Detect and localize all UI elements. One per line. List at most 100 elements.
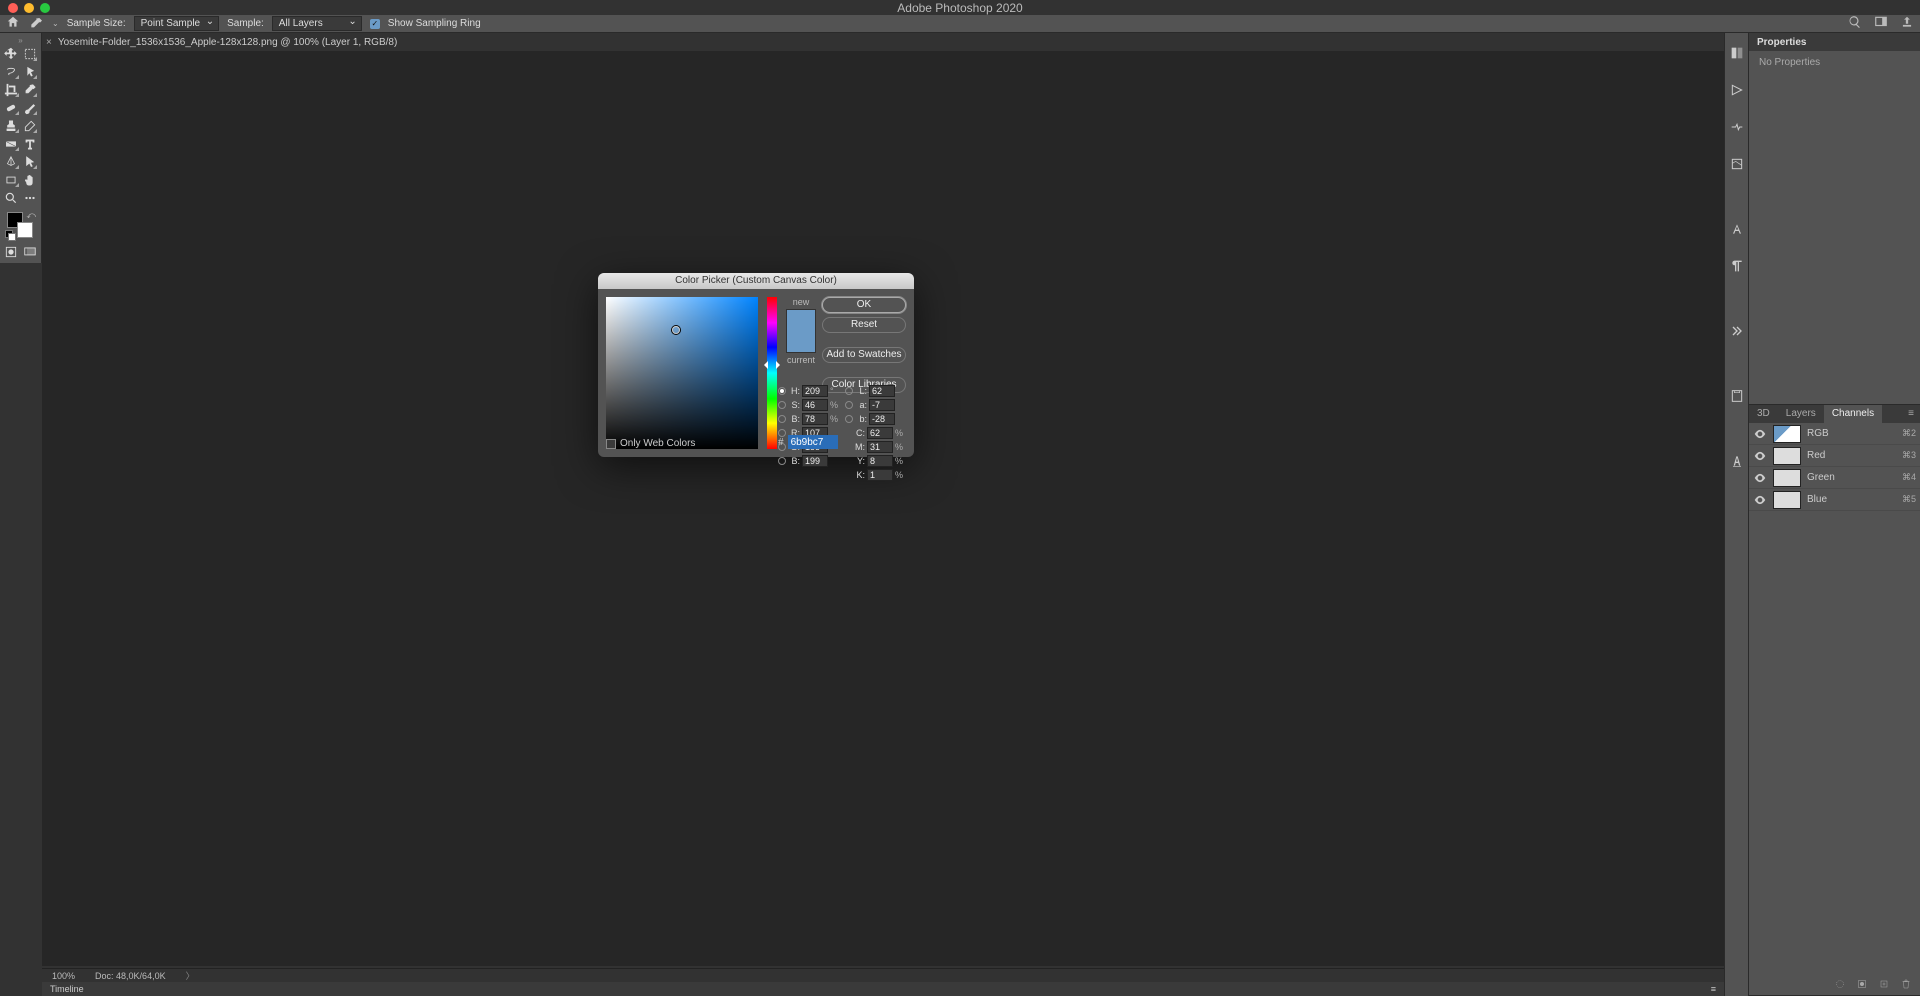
healing-tool[interactable] <box>3 100 20 116</box>
radio-bv[interactable] <box>778 415 786 423</box>
close-tab-icon[interactable]: × <box>46 37 52 48</box>
lasso-tool[interactable] <box>3 64 20 80</box>
zoom-window-button[interactable] <box>40 3 50 13</box>
close-window-button[interactable] <box>8 3 18 13</box>
add-swatches-button[interactable]: Add to Swatches <box>822 347 906 363</box>
tab-layers[interactable]: Layers <box>1778 405 1824 423</box>
gradient-tool[interactable] <box>3 136 20 152</box>
doc-size[interactable]: Doc: 48,0K/64,0K <box>95 971 166 981</box>
pen-tool[interactable] <box>3 154 20 170</box>
minimize-window-button[interactable] <box>24 3 34 13</box>
sb-cursor[interactable] <box>672 326 680 334</box>
radio-s[interactable] <box>778 401 786 409</box>
share-icon[interactable] <box>1900 15 1914 32</box>
paragraph-panel-icon[interactable] <box>1729 258 1745 277</box>
panel-menu-icon[interactable]: ≡ <box>1902 405 1920 423</box>
home-icon[interactable] <box>6 15 20 32</box>
background-color[interactable] <box>17 222 33 238</box>
hue-handle[interactable] <box>776 361 784 369</box>
swatches-panel-icon[interactable] <box>1729 82 1745 101</box>
hex-input[interactable] <box>788 435 838 449</box>
crop-tool[interactable] <box>3 82 20 98</box>
b-input[interactable] <box>802 455 828 467</box>
channel-row[interactable]: Blue ⌘5 <box>1749 489 1920 511</box>
lab-b-input[interactable] <box>869 413 895 425</box>
search-icon[interactable] <box>1848 15 1862 32</box>
shape-tool[interactable] <box>3 172 20 188</box>
adjustments-panel-icon[interactable] <box>1729 119 1745 138</box>
s-input[interactable] <box>802 399 828 411</box>
history-panel-icon[interactable] <box>1729 388 1745 407</box>
eyedropper-tool[interactable] <box>22 82 39 98</box>
brush-tool[interactable] <box>22 100 39 116</box>
show-sampling-ring-checkbox[interactable]: ✓ <box>370 19 380 29</box>
k-input[interactable] <box>867 469 893 481</box>
reset-button[interactable]: Reset <box>822 317 906 333</box>
color-panel-icon[interactable] <box>1729 45 1745 64</box>
glyphs-panel-icon[interactable] <box>1729 453 1745 472</box>
ok-button[interactable]: OK <box>822 297 906 313</box>
radio-b[interactable] <box>778 457 786 465</box>
collapse-handle[interactable]: » <box>3 36 38 44</box>
libraries-panel-icon[interactable] <box>1729 156 1745 175</box>
hand-tool[interactable] <box>22 172 39 188</box>
sample-select[interactable]: All Layers <box>272 16 362 31</box>
radio-h[interactable] <box>778 387 786 395</box>
marquee-tool[interactable] <box>22 46 39 62</box>
character-panel-icon[interactable] <box>1729 221 1745 240</box>
radio-l[interactable] <box>845 387 853 395</box>
quickmask-button[interactable] <box>3 244 20 260</box>
load-selection-icon[interactable] <box>1834 978 1846 993</box>
m-input[interactable] <box>867 441 893 453</box>
saturation-brightness-field[interactable] <box>606 297 758 449</box>
stamp-tool[interactable] <box>3 118 20 134</box>
a-input[interactable] <box>869 399 895 411</box>
properties-panel: Properties No Properties <box>1749 33 1920 405</box>
timeline-menu-icon[interactable]: ≡ <box>1711 984 1716 994</box>
visibility-icon[interactable] <box>1753 471 1767 485</box>
sample-size-select[interactable]: Point Sample <box>134 16 219 31</box>
tool-preset-dropdown[interactable]: ⌄ <box>52 19 59 28</box>
screenmode-button[interactable] <box>22 244 39 260</box>
radio-a[interactable] <box>845 401 853 409</box>
visibility-icon[interactable] <box>1753 493 1767 507</box>
current-color[interactable] <box>787 331 815 352</box>
move-tool[interactable] <box>3 46 20 62</box>
document-tab[interactable]: Yosemite-Folder_1536x1536_Apple-128x128.… <box>58 37 397 48</box>
channel-row[interactable]: Green ⌘4 <box>1749 467 1920 489</box>
channel-row[interactable]: RGB ⌘2 <box>1749 423 1920 445</box>
delete-channel-icon[interactable] <box>1900 978 1912 993</box>
channel-row[interactable]: Red ⌘3 <box>1749 445 1920 467</box>
timeline-panel[interactable]: Timeline ≡ <box>42 982 1724 996</box>
type-tool[interactable] <box>22 136 39 152</box>
l-input[interactable] <box>869 385 895 397</box>
visibility-icon[interactable] <box>1753 427 1767 441</box>
hue-handle[interactable] <box>760 361 768 369</box>
tab-channels[interactable]: Channels <box>1824 405 1882 423</box>
bv-input[interactable] <box>802 413 828 425</box>
eraser-tool[interactable] <box>22 118 39 134</box>
new-channel-icon[interactable] <box>1878 978 1890 993</box>
tab-3d[interactable]: 3D <box>1749 405 1778 423</box>
status-menu-icon[interactable]: 〉 <box>186 969 195 982</box>
default-colors-icon[interactable] <box>5 230 15 240</box>
sample-label: Sample: <box>227 18 264 29</box>
edit-toolbar-button[interactable] <box>22 190 39 206</box>
eyedropper-icon[interactable] <box>28 16 44 32</box>
quick-select-tool[interactable] <box>22 64 39 80</box>
canvas-area[interactable] <box>42 51 1724 966</box>
actions-panel-icon[interactable] <box>1729 323 1745 342</box>
path-select-tool[interactable] <box>22 154 39 170</box>
y-input[interactable] <box>867 455 893 467</box>
c-input[interactable] <box>867 427 893 439</box>
zoom-level[interactable]: 100% <box>52 971 75 981</box>
h-input[interactable] <box>802 385 828 397</box>
swap-colors-icon[interactable]: ⤺ <box>26 210 36 221</box>
save-selection-icon[interactable] <box>1856 978 1868 993</box>
visibility-icon[interactable] <box>1753 449 1767 463</box>
radio-bb[interactable] <box>845 415 853 423</box>
new-color[interactable] <box>787 310 815 331</box>
web-colors-checkbox[interactable] <box>606 439 616 449</box>
zoom-tool[interactable] <box>3 190 20 206</box>
workspace-icon[interactable] <box>1874 15 1888 32</box>
